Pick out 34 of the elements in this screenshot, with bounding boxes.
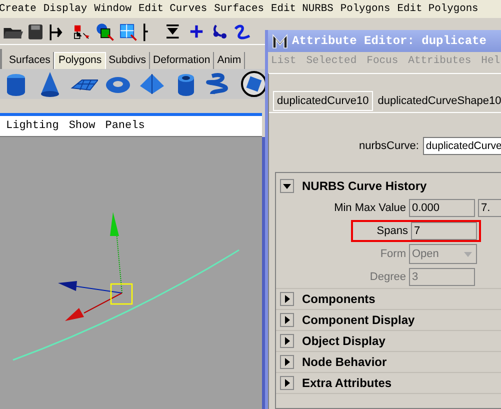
move-manipulator-drawing[interactable] [58,212,133,321]
menu-item[interactable]: Edit NURBS [270,3,334,15]
field-label: Spans [376,224,408,236]
window-title: Attribute Editor: duplicate [292,34,486,48]
section-header[interactable]: NURBS Curve History [302,179,427,193]
input-field[interactable]: 7 [411,222,477,240]
menu-item[interactable]: Edit Polygons [397,3,478,15]
input-field: 3 [409,268,475,286]
section-header[interactable]: Extra Attributes [302,376,392,390]
section-header[interactable]: Object Display [302,334,386,348]
menu-item[interactable]: Panels [105,120,145,132]
input-field[interactable]: 0.000 [409,198,475,216]
menu-item[interactable]: Lighting [6,120,59,132]
field-label: Degree [368,270,406,282]
shelf-tab[interactable]: Polygons [54,52,106,69]
input-field[interactable]: 7. [478,198,501,216]
field-label: Min Max Value [333,202,406,214]
menu-item[interactable]: Show [68,120,96,132]
node-tab[interactable]: duplicatedCurve10 [273,91,373,111]
section-header[interactable]: Node Behavior [302,355,387,369]
circle-grid-icon[interactable] [240,70,268,98]
node-tab[interactable]: duplicatedCurveShape10 [374,92,501,110]
dropdown-value: Open [412,248,439,260]
section-header[interactable]: Component Display [302,313,415,327]
menu-item[interactable]: Surfaces [214,3,264,15]
object-select-icon[interactable] [94,20,115,42]
menu-item[interactable]: Polygons [340,3,390,15]
section-header[interactable]: Components [302,292,376,306]
menu-item[interactable]: Window [94,3,132,15]
node-name-field[interactable]: duplicatedCurve [422,137,501,155]
field-label: nurbsCurve: [359,140,419,152]
field-label: Form [379,248,406,260]
menu-item[interactable]: Display [43,3,88,15]
menu-item[interactable]: Edit Curves [138,3,208,15]
